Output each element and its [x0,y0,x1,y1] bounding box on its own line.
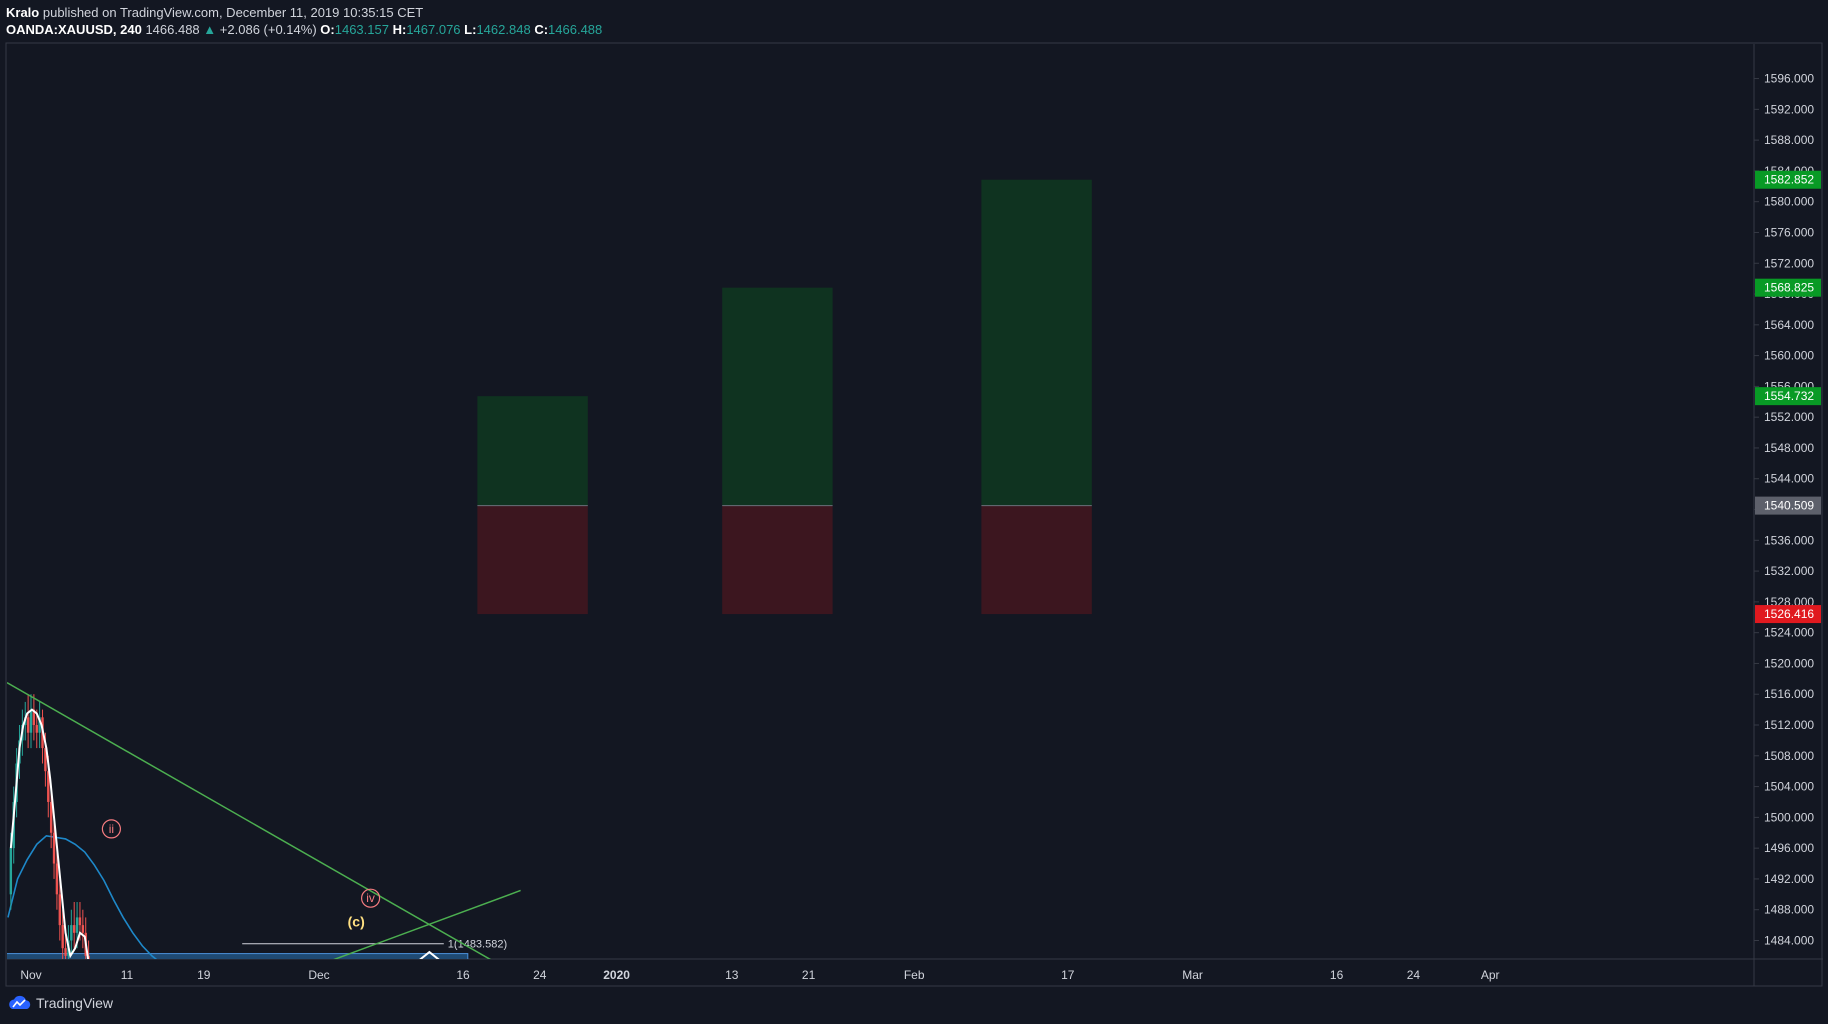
x-tick-label: 24 [1407,968,1421,982]
candle-body [26,717,30,733]
candle-body [73,925,76,933]
y-tick-label: 1520.000 [1764,656,1814,670]
plot-area: 1(1483.582)iiiv(c)(a) [7,179,1092,975]
y-tick-label: 1512.000 [1764,718,1814,732]
y-tick-label: 1484.000 [1764,934,1814,948]
x-tick-label: 16 [1330,968,1344,982]
tradingview-cloud-icon [9,995,31,1009]
y-tick-label: 1492.000 [1764,872,1814,886]
x-tick-label: 24 [533,968,547,982]
x-tick-label: 13 [725,968,739,982]
y-tick-label: 1596.000 [1764,72,1814,86]
price-tag-label: 1554.732 [1764,389,1814,403]
y-tick-label: 1488.000 [1764,903,1814,917]
y-tick-label: 1588.000 [1764,133,1814,147]
y-tick-label: 1516.000 [1764,687,1814,701]
candle-body [58,894,61,926]
candle-body [75,917,79,933]
price-tag-label: 1582.852 [1764,173,1814,187]
position-target-zone [722,287,833,506]
footer-brand[interactable]: TradingView [6,995,113,1011]
moving-average-line [7,834,158,959]
y-tick-label: 1504.000 [1764,780,1814,794]
x-tick-label: Mar [1182,968,1203,982]
candle-body [35,725,38,733]
x-tick-label: 17 [1061,968,1075,982]
position-stop-zone [981,505,1092,615]
y-tick-label: 1508.000 [1764,749,1814,763]
candle-body [78,917,82,926]
position-stop-zone [477,505,588,615]
y-tick-label: 1564.000 [1764,318,1814,332]
y-tick-label: 1524.000 [1764,626,1814,640]
y-tick-label: 1552.000 [1764,410,1814,424]
y-tick-label: 1500.000 [1764,810,1814,824]
y-tick-label: 1532.000 [1764,564,1814,578]
price-tag-label: 1568.825 [1764,281,1814,295]
x-tick-label: 2020 [603,968,630,982]
candle-body [9,848,13,895]
candle-body [70,925,73,941]
wave-label: ii [109,822,114,836]
price-tag-label: 1540.509 [1764,499,1814,513]
y-tick-label: 1580.000 [1764,195,1814,209]
y-tick-label: 1572.000 [1764,256,1814,270]
y-tick-label: 1548.000 [1764,441,1814,455]
position-stop-zone [722,505,833,615]
candle-body [81,925,85,933]
x-tick-label: Apr [1481,968,1500,982]
candle-body [55,863,59,895]
brand-name: TradingView [36,995,114,1011]
price-chart[interactable]: 1(1483.582)iiiv(c)(a)1484.0001488.000149… [0,0,1828,1024]
x-tick-label: Feb [904,968,925,982]
price-tag-label: 1526.416 [1764,607,1814,621]
x-tick-label: Nov [20,968,41,982]
position-target-zone [477,396,588,506]
candle-body [52,832,56,864]
x-tick-label: 16 [456,968,470,982]
position-target-zone [981,179,1092,506]
wave-label: (a) [214,960,230,975]
wave-label: (c) [348,913,365,929]
candle-body [64,948,67,956]
y-tick-label: 1544.000 [1764,472,1814,486]
x-tick-label: Dec [308,968,329,982]
y-tick-label: 1496.000 [1764,841,1814,855]
y-tick-label: 1536.000 [1764,533,1814,547]
y-tick-label: 1576.000 [1764,225,1814,239]
chart-frame [5,42,1823,987]
x-tick-label: 19 [197,968,211,982]
wave-label: iv [366,891,375,905]
candle-body [61,925,64,949]
x-tick-label: 11 [121,968,134,982]
candle-body [29,709,33,733]
support-zone [7,953,469,959]
y-tick-label: 1592.000 [1764,102,1814,116]
x-tick-label: 21 [802,968,816,982]
y-tick-label: 1560.000 [1764,349,1814,363]
